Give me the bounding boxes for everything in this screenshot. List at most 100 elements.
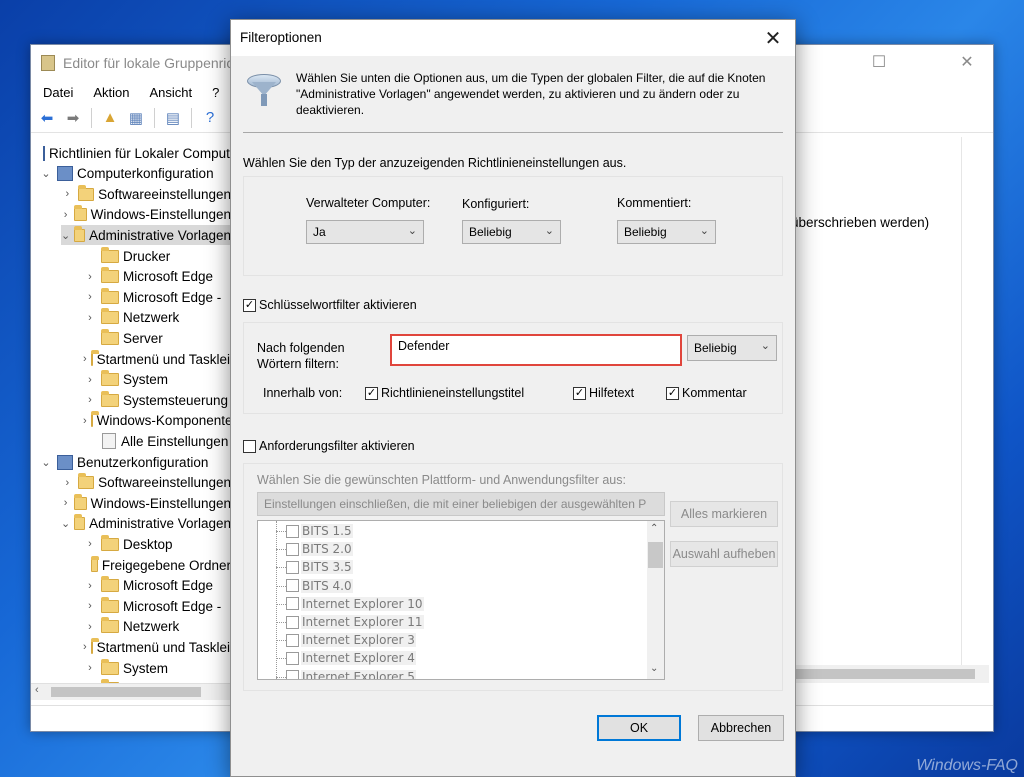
listbox-scrollbar[interactable]: ⌃ ⌄: [647, 521, 664, 679]
platform-checkbox[interactable]: [286, 542, 299, 556]
tree-item[interactable]: › Microsoft Edge: [83, 576, 231, 596]
within-title-checkbox[interactable]: ✓: [365, 387, 378, 400]
requirements-filter-checkbox[interactable]: [243, 440, 256, 453]
platform-checkbox[interactable]: [286, 524, 299, 538]
ok-button[interactable]: OK: [597, 715, 681, 741]
configured-combo[interactable]: Beliebig ⌄: [462, 220, 561, 244]
tree-item[interactable]: Server: [83, 328, 231, 348]
tree-item[interactable]: › Windows-Komponenten: [83, 411, 231, 431]
tree-item[interactable]: › Windows-Einstellungen: [61, 205, 231, 225]
scroll-left-icon[interactable]: ‹: [35, 684, 39, 696]
platform-checkbox[interactable]: [286, 615, 299, 629]
platform-checkbox[interactable]: [286, 651, 299, 665]
maximize-icon[interactable]: ☐: [856, 45, 902, 79]
within-help-checkbox[interactable]: ✓: [573, 387, 586, 400]
chevron-right-icon[interactable]: ›: [83, 353, 87, 365]
menu-aktion[interactable]: Aktion: [83, 85, 139, 100]
chevron-down-icon[interactable]: ⌄: [61, 517, 70, 530]
keyword-mode-combo[interactable]: Beliebig ⌄: [687, 335, 777, 361]
platform-checkbox[interactable]: [286, 579, 299, 593]
chevron-right-icon[interactable]: ›: [83, 291, 97, 303]
up-folder-icon[interactable]: ▲: [98, 107, 122, 129]
show-hide-tree-icon[interactable]: ▦: [124, 107, 148, 129]
tree-item[interactable]: › Systemsteuerung: [83, 390, 231, 410]
platform-list-item[interactable]: Internet Explorer 4: [286, 649, 416, 667]
tree-horizontal-scrollbar[interactable]: ‹: [31, 683, 231, 700]
chevron-right-icon[interactable]: ›: [61, 477, 74, 489]
tree-item[interactable]: › Softwareeinstellungen: [61, 473, 231, 493]
platform-list-item[interactable]: BITS 2.0: [286, 540, 353, 558]
platform-list-item[interactable]: BITS 1.5: [286, 522, 353, 540]
scrollbar-thumb[interactable]: [51, 687, 201, 697]
platform-checkbox[interactable]: [286, 633, 299, 647]
chevron-down-icon[interactable]: ⌄: [39, 456, 53, 469]
within-comment-checkbox[interactable]: ✓: [666, 387, 679, 400]
chevron-right-icon[interactable]: ›: [83, 538, 97, 550]
tree-item[interactable]: › Netzwerk: [83, 308, 231, 328]
tree-item[interactable]: › Desktop: [83, 534, 231, 554]
menu-ansicht[interactable]: Ansicht: [140, 85, 203, 100]
chevron-right-icon[interactable]: ›: [61, 209, 70, 221]
chevron-right-icon[interactable]: ›: [61, 497, 70, 509]
keyword-filter-checkbox[interactable]: ✓: [243, 299, 256, 312]
tree-item[interactable]: › Softwareeinstellungen: [61, 184, 231, 204]
menu-datei[interactable]: Datei: [33, 85, 83, 100]
requirements-mode-combo[interactable]: Einstellungen einschließen, die mit eine…: [257, 492, 665, 516]
platform-checkbox[interactable]: [286, 597, 299, 611]
platform-list-item[interactable]: Internet Explorer 3: [286, 631, 416, 649]
chevron-right-icon[interactable]: ›: [83, 621, 97, 633]
help-icon[interactable]: ?: [198, 107, 222, 129]
scrollbar-thumb[interactable]: [795, 669, 975, 679]
scrollbar-thumb[interactable]: [648, 542, 663, 568]
chevron-right-icon[interactable]: ›: [83, 580, 97, 592]
platform-checkbox[interactable]: [286, 670, 299, 679]
platform-list-item[interactable]: Internet Explorer 11: [286, 613, 424, 631]
tree-item[interactable]: ⌄ Computerkonfiguration: [39, 164, 231, 184]
platform-list-item[interactable]: Internet Explorer 10: [286, 595, 424, 613]
managed-computer-combo[interactable]: Ja ⌄: [306, 220, 424, 244]
tree-item[interactable]: Richtlinien für Lokaler Computer: [39, 143, 231, 163]
platform-listbox[interactable]: ⌃ ⌄ BITS 1.5 BITS 2.0 BITS 3.5 BITS 4.0 Inte…: [257, 520, 665, 680]
platform-list-item[interactable]: BITS 4.0: [286, 577, 353, 595]
tree-item[interactable]: › Microsoft Edge -: [83, 596, 231, 616]
right-pane-horizontal-scrollbar[interactable]: [793, 665, 989, 683]
chevron-right-icon[interactable]: ›: [83, 641, 87, 653]
chevron-right-icon[interactable]: ›: [83, 415, 87, 427]
chevron-right-icon[interactable]: ›: [83, 394, 97, 406]
chevron-down-icon[interactable]: ⌄: [61, 229, 70, 242]
scroll-up-icon[interactable]: ⌃: [650, 523, 658, 534]
forward-arrow-icon[interactable]: ➡: [61, 107, 85, 129]
platform-list-item[interactable]: BITS 3.5: [286, 558, 353, 576]
right-pane-vertical-scrollbar[interactable]: [961, 137, 993, 683]
tree-item[interactable]: › System: [83, 658, 231, 678]
close-icon[interactable]: ✕: [944, 45, 990, 79]
chevron-right-icon[interactable]: ›: [83, 374, 97, 386]
scroll-down-icon[interactable]: ⌄: [650, 663, 658, 674]
tree-item[interactable]: › System: [83, 370, 231, 390]
platform-checkbox[interactable]: [286, 560, 299, 574]
chevron-down-icon[interactable]: ⌄: [39, 167, 53, 180]
tree-item[interactable]: › Microsoft Edge: [83, 267, 231, 287]
platform-list-item[interactable]: Internet Explorer 5: [286, 668, 416, 679]
tree-item[interactable]: › Startmenü und Taskleiste: [83, 349, 231, 369]
tree-item[interactable]: ⌄ Benutzerkonfiguration: [39, 452, 231, 472]
chevron-right-icon[interactable]: ›: [83, 662, 97, 674]
tree-item[interactable]: › Netzwerk: [83, 617, 231, 637]
tree-item[interactable]: › Microsoft Edge -: [83, 287, 231, 307]
chevron-right-icon[interactable]: ›: [83, 271, 97, 283]
back-arrow-icon[interactable]: ⬅: [35, 107, 59, 129]
chevron-right-icon[interactable]: ›: [83, 600, 97, 612]
select-all-button[interactable]: Alles markieren: [670, 501, 778, 527]
menu-help[interactable]: ?: [202, 85, 229, 100]
tree-item[interactable]: Alle Einstellungen: [83, 431, 231, 451]
tree-item[interactable]: ⌄ Administrative Vorlagen: [61, 225, 231, 246]
tree-item[interactable]: ⌄ Administrative Vorlagen: [61, 514, 231, 534]
commented-combo[interactable]: Beliebig ⌄: [617, 220, 716, 244]
tree-item[interactable]: Freigegebene Ordner: [83, 555, 231, 575]
export-list-icon[interactable]: ▤: [161, 107, 185, 129]
chevron-right-icon[interactable]: ›: [61, 188, 74, 200]
tree-item[interactable]: Drucker: [83, 246, 231, 266]
chevron-right-icon[interactable]: ›: [83, 312, 97, 324]
tree-item[interactable]: › Startmenü und Taskleiste: [83, 637, 231, 657]
deselect-button[interactable]: Auswahl aufheben: [670, 541, 778, 567]
